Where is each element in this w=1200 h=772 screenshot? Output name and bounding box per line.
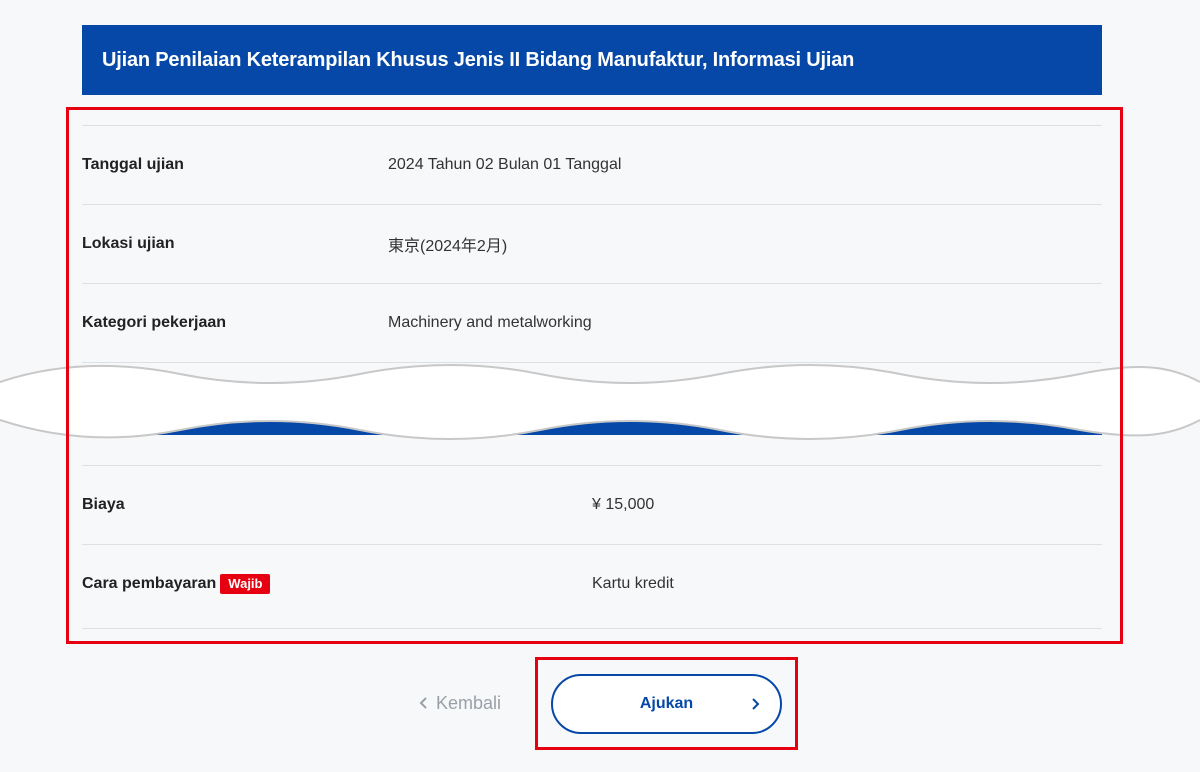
back-label: Kembali	[436, 692, 502, 713]
section-title: Ujian Penilaian Keterampilan Khusus Jeni…	[102, 48, 855, 71]
back-link[interactable]: Kembali	[418, 690, 501, 716]
section-header: Ujian Penilaian Keterampilan Khusus Jeni…	[82, 25, 1102, 95]
submit-button[interactable]: Ajukan	[551, 674, 782, 734]
submit-label: Ajukan	[639, 695, 694, 712]
chevron-right-icon	[752, 698, 760, 710]
chevron-left-icon	[419, 697, 427, 709]
highlight-frame-details	[66, 107, 1123, 644]
